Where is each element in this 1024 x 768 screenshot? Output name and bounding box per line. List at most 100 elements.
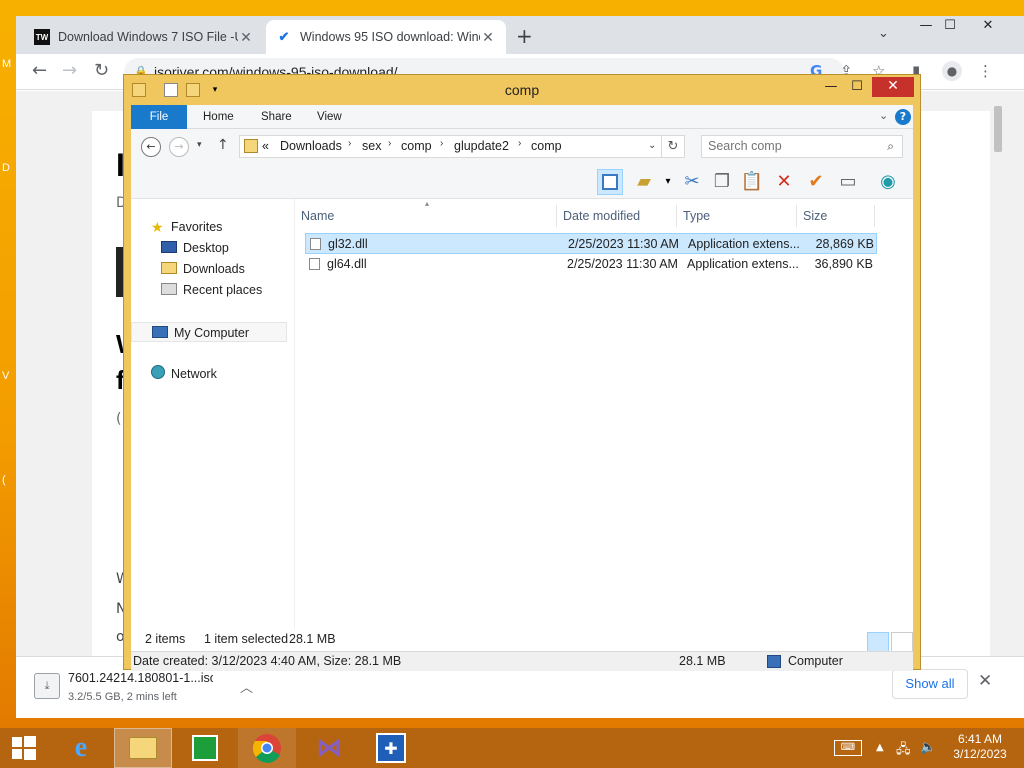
taskbar-chrome[interactable] [238, 728, 296, 768]
nav-desktop[interactable]: Desktop [161, 238, 229, 258]
maximize-button[interactable]: ☐ [844, 77, 870, 97]
minimize-button[interactable]: — [818, 77, 844, 97]
volume-icon[interactable]: 🔈 [920, 740, 936, 755]
new-folder-icon[interactable]: ▰ [631, 169, 657, 195]
search-input[interactable] [708, 139, 878, 153]
nav-downloads[interactable]: Downloads [161, 259, 245, 279]
address-breadcrumb[interactable]: « Downloads › sex › comp › glupdate2 › c… [239, 135, 663, 158]
taskbar-store[interactable] [176, 728, 234, 768]
tab-file[interactable]: File [131, 105, 187, 129]
nav-network[interactable]: Network [151, 364, 217, 384]
nav-favorites[interactable]: ★ Favorites [151, 217, 222, 237]
start-button[interactable] [0, 728, 48, 768]
tab-home[interactable]: Home [191, 105, 246, 129]
profile-avatar[interactable]: ● [942, 61, 962, 81]
column-header-type[interactable]: Type [677, 205, 797, 227]
chevron-down-icon[interactable]: ▾ [655, 169, 681, 195]
desktop-icon-label-d[interactable]: D [2, 162, 10, 174]
column-header-date-modified[interactable]: Date modified [557, 205, 677, 227]
breadcrumb-separator-icon[interactable]: › [440, 138, 443, 149]
forward-button[interactable]: → [169, 137, 189, 157]
checkmark-icon[interactable]: ✔ [803, 169, 829, 195]
table-row[interactable]: gl32.dll 2/25/2023 11:30 AM Application … [305, 233, 877, 254]
tab-windows-95-iso[interactable]: ✔ Windows 95 ISO download: Wind ✕ [266, 20, 506, 54]
expand-ribbon-chevron-icon[interactable]: ⌄ [879, 109, 888, 122]
back-arrow-icon[interactable]: ← [32, 60, 47, 81]
download-item[interactable]: ⤓ 7601.24214.180801-1...iso 3.2/5.5 GB, … [30, 665, 256, 711]
reload-icon[interactable]: ↻ [94, 60, 109, 81]
chevron-up-icon[interactable]: ︿ [240, 677, 253, 696]
breadcrumb-glupdate2[interactable]: glupdate2 [454, 139, 509, 153]
close-button[interactable]: ✕ [968, 16, 1008, 38]
preview-pane-button[interactable] [597, 169, 623, 195]
close-button[interactable]: ✕ [872, 77, 914, 97]
close-icon[interactable]: ✕ [480, 29, 496, 46]
customize-qat-chevron-icon[interactable]: ▾ [208, 83, 222, 97]
breadcrumb-overflow[interactable]: « [262, 139, 269, 153]
desktop-icon [161, 241, 177, 253]
nav-recent-places[interactable]: Recent places [161, 280, 262, 300]
menu-kebab-icon[interactable]: ⋮ [978, 62, 993, 80]
tab-view[interactable]: View [305, 105, 354, 129]
desktop-icon-label-v[interactable]: V [2, 370, 9, 382]
back-button[interactable]: ← [141, 137, 161, 157]
new-folder-icon[interactable] [186, 83, 200, 97]
explorer-body: File Home Share View ⌄ ? ← → ▾ ↑ « Downl… [131, 105, 913, 671]
explorer-titlebar[interactable]: comp ▾ — ☐ ✕ [124, 75, 920, 105]
taskbar-windows-defender[interactable]: ✚ [362, 728, 420, 768]
keyboard-icon[interactable]: ⌨ [834, 740, 862, 756]
tab-windows-7-iso[interactable]: TW Download Windows 7 ISO File -U ✕ [24, 20, 264, 54]
file-name: gl32.dll [328, 237, 368, 251]
column-header-size[interactable]: Size [797, 205, 875, 227]
refresh-button[interactable]: ↻ [661, 135, 685, 158]
maximize-button[interactable]: ☐ [934, 16, 966, 38]
copy-icon[interactable]: ❐ [709, 169, 735, 195]
show-hidden-icons-icon[interactable]: ▲ [876, 742, 884, 753]
search-box[interactable]: ⌕ [701, 135, 903, 158]
tab-share[interactable]: Share [249, 105, 304, 129]
desktop-icon-label-m[interactable]: M [2, 58, 11, 70]
network-tray-icon[interactable]: 🖧 [896, 740, 911, 762]
breadcrumb-comp[interactable]: comp [401, 139, 432, 153]
taskbar-visual-studio[interactable]: ⋈ [300, 728, 358, 768]
nav-my-computer[interactable]: My Computer [131, 322, 287, 342]
breadcrumb-separator-icon[interactable]: › [388, 138, 391, 149]
new-tab-button[interactable]: + [516, 24, 533, 48]
folder-icon [244, 139, 258, 153]
taskbar-internet-explorer[interactable]: e [52, 728, 110, 768]
close-icon[interactable]: ✕ [978, 671, 992, 691]
scrollbar-thumb[interactable] [994, 106, 1002, 152]
close-icon[interactable]: ✕ [238, 29, 254, 46]
page-scrollbar[interactable] [990, 106, 1006, 666]
recent-locations-chevron-icon[interactable]: ▾ [197, 140, 202, 150]
breadcrumb-sex[interactable]: sex [362, 139, 381, 153]
desktop-icon-label-paren[interactable]: ( [2, 474, 6, 486]
chevron-down-icon[interactable]: ⌄ [648, 140, 656, 151]
breadcrumb-comp-current[interactable]: comp [531, 139, 562, 153]
dll-file-icon [309, 258, 320, 270]
table-row[interactable]: gl64.dll 2/25/2023 11:30 AM Application … [305, 254, 877, 275]
tab-search-icon[interactable]: ⌄ [878, 26, 889, 41]
clock[interactable]: 6:41 AM 3/12/2023 [944, 732, 1016, 762]
help-icon[interactable]: ? [895, 109, 911, 125]
large-icons-view-icon[interactable] [891, 632, 913, 652]
store-icon [192, 735, 218, 761]
delete-icon[interactable]: ✕ [771, 169, 797, 195]
properties-icon[interactable] [164, 83, 178, 97]
cut-icon[interactable]: ✂ [679, 169, 705, 195]
internet-explorer-icon: e [74, 732, 88, 763]
paste-icon[interactable]: 📋 [739, 169, 765, 195]
shell-icon[interactable]: ◉ [875, 169, 901, 195]
search-icon[interactable]: ⌕ [887, 139, 894, 154]
breadcrumb-separator-icon[interactable]: › [348, 138, 351, 149]
up-arrow-icon[interactable]: ↑ [217, 137, 229, 153]
rename-icon[interactable]: ▭ [835, 169, 861, 195]
breadcrumb-downloads[interactable]: Downloads [280, 139, 342, 153]
forward-arrow-icon[interactable]: → [62, 60, 77, 81]
explorer-toolbar: ▰ ▾ ✂ ❐ 📋 ✕ ✔ ▭ ◉ [131, 165, 913, 199]
details-view-icon[interactable] [867, 632, 889, 652]
taskbar-file-explorer[interactable] [114, 728, 172, 768]
breadcrumb-separator-icon[interactable]: › [518, 138, 521, 149]
column-header-name[interactable]: Name [295, 205, 557, 227]
show-all-button[interactable]: Show all [892, 669, 968, 699]
